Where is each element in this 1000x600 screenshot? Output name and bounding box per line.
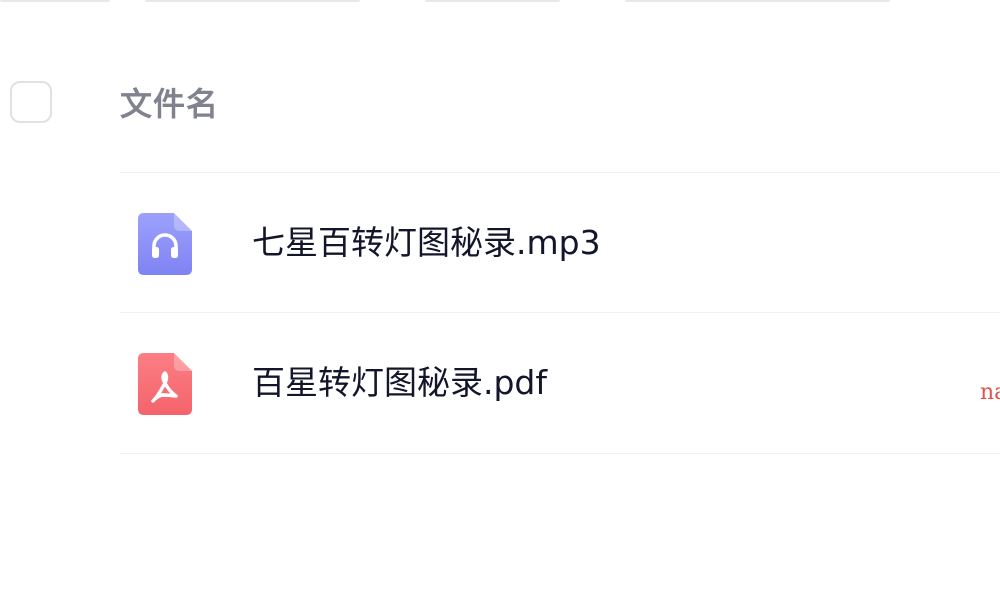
pdf-file-icon — [138, 353, 192, 415]
filename-column-header: 文件名 — [120, 85, 220, 123]
audio-file-icon — [138, 213, 192, 275]
file-row[interactable]: 百星转灯图秘录.pdf — [120, 313, 1000, 453]
file-list-page: 文件名 七星百转灯图秘录.mp3 百星转灯图秘录.pdf n — [0, 0, 1000, 600]
select-all-checkbox[interactable] — [10, 81, 52, 123]
watermark-text: na — [980, 380, 1000, 405]
file-name[interactable]: 七星百转灯图秘录.mp3 — [252, 223, 601, 263]
file-name[interactable]: 百星转灯图秘录.pdf — [252, 363, 547, 403]
file-row[interactable]: 七星百转灯图秘录.mp3 — [120, 173, 1000, 313]
row-divider — [120, 453, 1000, 454]
previous-row-fragment — [0, 0, 1000, 4]
